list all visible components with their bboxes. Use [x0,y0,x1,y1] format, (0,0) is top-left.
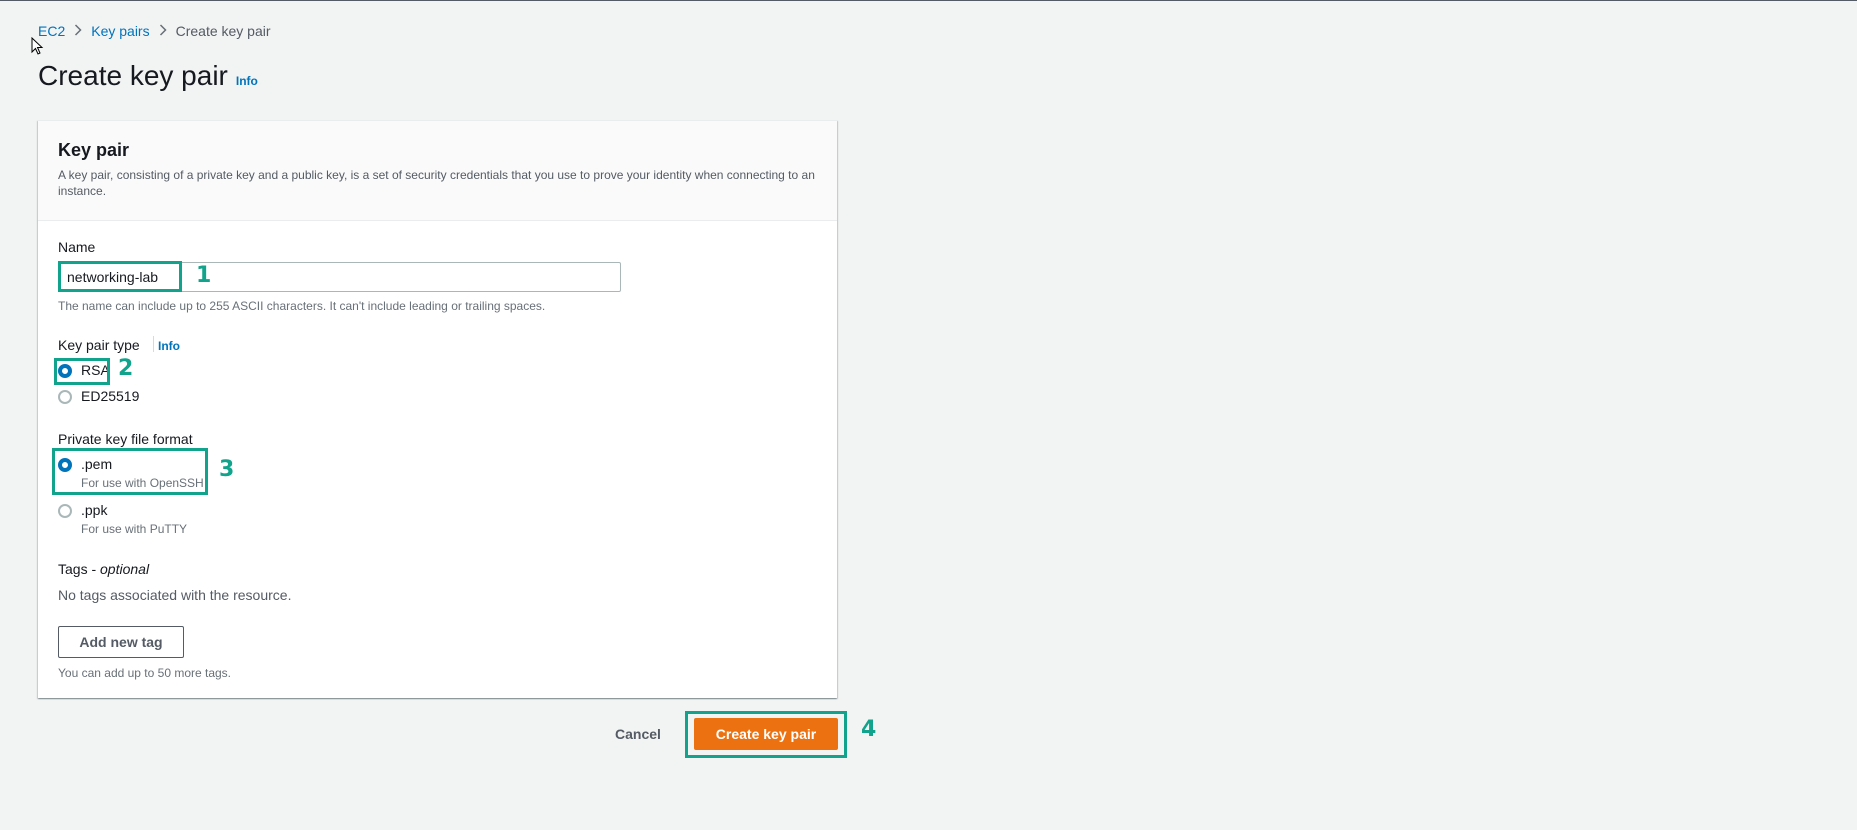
chevron-right-icon [150,23,176,39]
radio-label: .ppk [81,502,108,518]
add-new-tag-button[interactable]: Add new tag [58,626,184,658]
page-title: Create key pair [38,60,228,91]
tags-empty-text: No tags associated with the resource. [58,587,292,603]
radio-description: For use with PuTTY [81,522,188,536]
divider [153,336,154,352]
cancel-button[interactable]: Cancel [605,719,671,749]
annotation-number-2: 2 [118,356,134,381]
annotation-box-3 [52,448,208,495]
breadcrumb: EC2 Key pairs Create key pair [38,23,271,39]
annotation-number-4: 4 [861,717,877,742]
key-pair-type-label: Key pair type [58,337,140,353]
key-pair-type-info-link[interactable]: Info [158,339,180,353]
annotation-number-1: 1 [196,263,212,288]
page-header: Create key pair Info [38,60,258,92]
name-hint: The name can include up to 255 ASCII cha… [58,299,546,313]
breadcrumb-key-pairs[interactable]: Key pairs [91,23,149,39]
radio-ed25519[interactable]: ED25519 [58,388,139,404]
radio-ppk[interactable]: .ppk For use with PuTTY [58,502,187,536]
private-key-format-label: Private key file format [58,431,193,447]
annotation-box-4 [685,711,847,758]
annotation-number-3: 3 [219,457,235,482]
panel-title: Key pair [58,140,130,160]
chevron-right-icon [65,23,91,39]
top-border [0,0,1857,1]
breadcrumb-ec2[interactable]: EC2 [38,23,65,39]
radio-unselected-icon [58,390,72,404]
mouse-cursor-icon [31,37,44,55]
tags-label-text: Tags - [58,561,101,577]
tags-hint: You can add up to 50 more tags. [58,666,232,680]
radio-label: ED25519 [81,388,140,404]
page-info-link[interactable]: Info [236,74,258,88]
tags-label: Tags - optional [58,561,149,577]
key-pair-panel: Key pair A key pair, consisting of a pri… [38,120,837,698]
breadcrumb-current: Create key pair [175,23,271,39]
panel-description: A key pair, consisting of a private key … [58,168,815,198]
tags-optional: optional [100,561,150,577]
radio-unselected-icon [58,504,72,518]
panel-header: Key pair A key pair, consisting of a pri… [38,121,837,221]
name-label: Name [58,239,96,255]
radio-text: .ppk For use with PuTTY [81,502,187,536]
annotation-box-2 [54,358,110,385]
annotation-box-1 [58,261,182,292]
